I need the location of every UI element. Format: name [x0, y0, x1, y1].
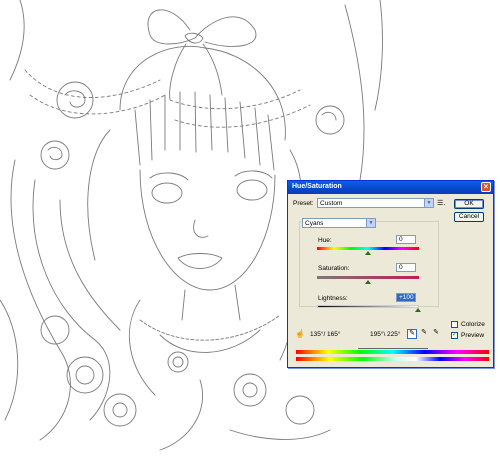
hue-field[interactable]: 0	[396, 235, 416, 244]
hue-bar	[317, 247, 419, 250]
saturation-label: Saturation:	[318, 265, 350, 272]
preview-label: Preview	[461, 332, 485, 339]
lightness-label: Lightness:	[318, 295, 348, 302]
ok-button[interactable]: OK	[454, 199, 484, 209]
lightness-slider[interactable]	[415, 308, 421, 312]
preset-options-icon[interactable]: ☰.	[437, 199, 445, 207]
saturation-field[interactable]: 0	[396, 263, 416, 272]
hue-label: Hue:	[318, 237, 332, 244]
hue-saturation-dialog: Hue/Saturation × Preset: Custom ▼ ☰. OK …	[287, 180, 494, 368]
lightness-field[interactable]: +100	[396, 293, 416, 302]
color-range-bracket[interactable]	[358, 348, 428, 349]
lightness-bar	[317, 305, 419, 308]
eyedropper-icon[interactable]: ✎	[407, 329, 417, 339]
preset-value: Custom	[320, 200, 343, 207]
range-left-readout: 135°/ 165°	[310, 331, 341, 338]
range-right-readout: 195°\ 225°	[370, 331, 401, 338]
preview-checkbox[interactable]: ✓	[451, 332, 458, 339]
dialog-title-bar[interactable]: Hue/Saturation ×	[288, 181, 493, 194]
colorize-checkbox[interactable]	[451, 321, 458, 328]
hand-adjust-icon[interactable]: ☝	[295, 329, 305, 338]
chevron-down-icon: ▼	[366, 219, 375, 227]
preset-select[interactable]: Custom ▼	[317, 198, 434, 208]
eyedropper-plus-icon[interactable]: ✎	[419, 329, 429, 339]
hue-slider[interactable]	[365, 251, 371, 255]
close-icon[interactable]: ×	[481, 182, 491, 192]
colorize-label: Colorize	[461, 321, 485, 328]
saturation-slider[interactable]	[365, 280, 371, 284]
eyedropper-minus-icon[interactable]: ✎	[431, 329, 441, 339]
cancel-button[interactable]: Cancel	[454, 212, 484, 222]
dialog-title: Hue/Saturation	[292, 183, 342, 190]
input-color-bar	[296, 350, 489, 354]
output-color-bar	[296, 357, 489, 361]
preset-label: Preset:	[293, 200, 314, 207]
channel-select[interactable]: Cyans ▼	[302, 218, 376, 228]
saturation-bar	[317, 276, 419, 279]
chevron-down-icon: ▼	[424, 199, 433, 207]
channel-value: Cyans	[305, 220, 324, 227]
